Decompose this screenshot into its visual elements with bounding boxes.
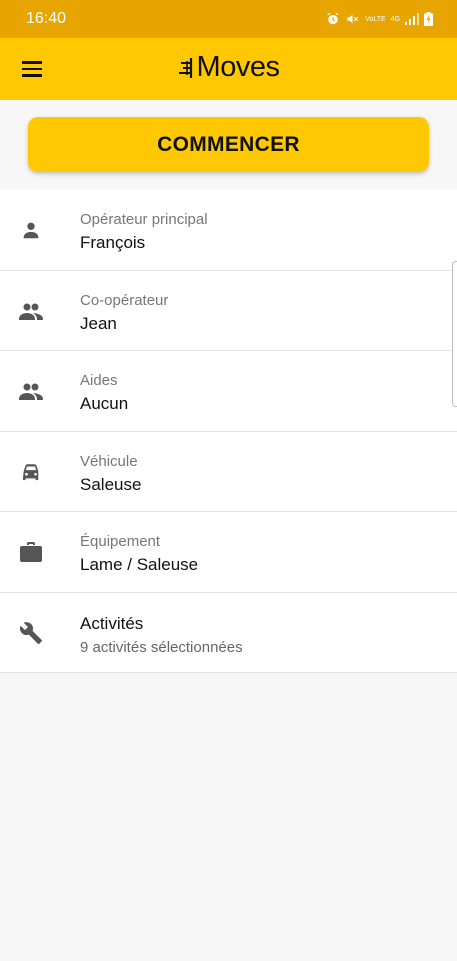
list-item-value: François [80,233,146,252]
status-icons: VoLTE 4G [326,12,433,26]
status-bar: 16:40 VoLTE 4G [0,0,457,38]
alarm-icon [327,12,339,25]
settings-list: Opérateur principal François Co-opérateu… [0,190,457,673]
activities-title: Activités [80,613,144,633]
network-label: 4G [390,15,400,23]
list-item-label: Aides [80,372,118,389]
list-item-label: Équipement [80,533,161,550]
person-icon [18,218,44,242]
list-item-label: Co-opérateur [80,291,169,309]
status-time: 16:40 [26,10,67,27]
app-bar: Moves [0,38,457,100]
list-item-value: Saleuse [80,474,142,494]
signal-icon [405,13,419,25]
mute-icon [347,14,359,24]
people-icon [18,379,44,403]
battery-icon [424,12,433,26]
list-item-value: Lame / Saleuse [80,555,199,574]
wrench-icon [18,621,44,645]
activities-subtitle: 9 activités sélectionnées [80,638,243,656]
logo-text: Moves [196,51,280,83]
4g-icon: 4G [391,16,400,23]
list-item-label: Véhicule [80,452,138,470]
list-item-label: Opérateur principal [80,211,208,228]
list-item-operator[interactable]: Opérateur principal François [0,190,457,271]
start-area: COMMENCER [0,100,457,190]
start-button[interactable]: COMMENCER [28,117,429,172]
logo-mark-icon [178,57,192,78]
list-item-vehicle[interactable]: Véhicule Saleuse [0,432,457,512]
list-item-value: Aucun [80,394,129,413]
list-item-co-operator[interactable]: Co-opérateur Jean [0,271,457,351]
people-icon [18,299,44,323]
app-logo: Moves [0,51,457,84]
volte-icon: VoLTE [365,16,386,23]
list-item-activities[interactable]: Activités 9 activités sélectionnées [0,593,457,673]
car-icon [18,460,44,484]
list-item-equipment[interactable]: Équipement Lame / Saleuse [0,512,457,593]
list-item-value: Jean [80,313,117,333]
edge-panel-handle[interactable] [452,261,457,407]
volte-label: VoLTE [365,15,386,23]
list-item-helpers[interactable]: Aides Aucun [0,351,457,432]
briefcase-icon [18,540,44,564]
